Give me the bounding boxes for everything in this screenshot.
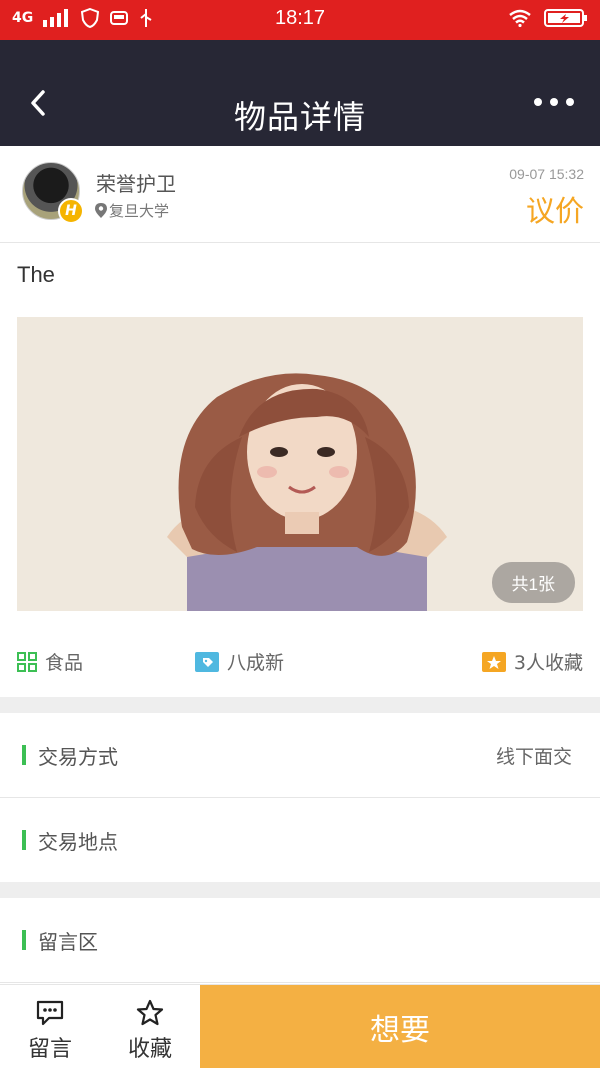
section-marker bbox=[22, 745, 26, 765]
condition-text: 八成新 bbox=[227, 652, 285, 674]
category-text: 食品 bbox=[45, 652, 84, 674]
more-dot bbox=[550, 98, 558, 106]
price-label: 议价 bbox=[525, 194, 584, 228]
comment-label: 留言 bbox=[27, 1037, 72, 1062]
seller-location: 复旦大学 bbox=[95, 200, 169, 221]
trade-location-label: 交易地点 bbox=[38, 830, 118, 854]
section-marker bbox=[22, 930, 26, 950]
category-tag: 食品 bbox=[17, 648, 83, 675]
trade-method-label: 交易方式 bbox=[38, 745, 118, 769]
comments-label: 留言区 bbox=[38, 930, 98, 954]
status-bar: 4G 18:17 bbox=[0, 0, 600, 40]
favorite-button[interactable]: 收藏 bbox=[100, 985, 200, 1068]
favorites-count-tag: 3人收藏 bbox=[481, 648, 583, 675]
more-icon[interactable] bbox=[534, 98, 574, 106]
trade-method-row: 交易方式 线下面交 bbox=[0, 713, 600, 798]
page-title: 物品详情 bbox=[233, 98, 366, 136]
post-time: 09-07 15:32 bbox=[509, 166, 584, 182]
want-button[interactable]: 想要 bbox=[200, 985, 600, 1068]
seller-info: H 荣誉护卫 复旦大学 09-07 15:32 议价 bbox=[0, 146, 600, 243]
star-box-icon bbox=[481, 651, 506, 672]
section-marker bbox=[22, 830, 26, 850]
trade-location-row: 交易地点 bbox=[0, 798, 600, 883]
battery-icon bbox=[544, 9, 587, 27]
status-right bbox=[508, 8, 588, 28]
comments-section-header: 留言区 bbox=[0, 898, 600, 983]
bottom-action-bar: 留言 收藏 想要 bbox=[0, 984, 600, 1068]
condition-tag: 八成新 bbox=[195, 648, 284, 675]
favorite-label: 收藏 bbox=[127, 1037, 172, 1062]
photo-count-badge: 共1张 bbox=[491, 562, 575, 603]
favorites-text: 3人收藏 bbox=[513, 652, 583, 674]
grid-category-icon bbox=[17, 651, 37, 672]
comment-button[interactable]: 留言 bbox=[0, 985, 100, 1068]
chat-bubble-icon bbox=[36, 1000, 64, 1026]
item-description: The bbox=[17, 262, 55, 287]
nav-header: 物品详情 bbox=[0, 40, 600, 146]
section-divider bbox=[0, 882, 600, 898]
location-text: 复旦大学 bbox=[109, 202, 170, 220]
trade-method-value: 线下面交 bbox=[495, 746, 572, 768]
wifi-icon bbox=[509, 9, 531, 27]
section-divider bbox=[0, 697, 600, 713]
item-photo[interactable]: 共1张 bbox=[17, 317, 583, 611]
tag-icon bbox=[195, 651, 219, 672]
user-level-badge: H bbox=[58, 198, 84, 224]
location-pin-icon bbox=[95, 203, 107, 218]
star-outline-icon bbox=[136, 999, 164, 1026]
more-dot bbox=[534, 98, 542, 106]
item-tags: 食品 八成新 3人收藏 bbox=[0, 640, 600, 680]
seller-name[interactable]: 荣誉护卫 bbox=[96, 168, 176, 197]
more-dot bbox=[566, 98, 574, 106]
